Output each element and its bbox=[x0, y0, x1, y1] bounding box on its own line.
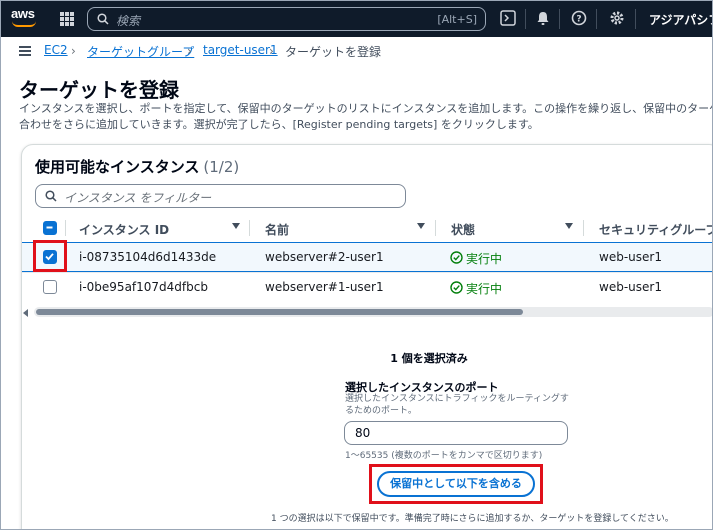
nav-divider bbox=[559, 9, 560, 29]
search-icon bbox=[45, 190, 57, 202]
top-navigation: aws 検索 [Alt+S] ? アジアパシ bbox=[1, 1, 712, 37]
panel-title-text: 使用可能なインスタンス bbox=[35, 158, 200, 176]
filter-placeholder: インスタンス をフィルター bbox=[64, 191, 212, 205]
sort-down-icon[interactable] bbox=[417, 223, 425, 229]
help-icon[interactable]: ? bbox=[570, 9, 590, 29]
instance-id-cell[interactable]: i-08735104d6d1433de bbox=[79, 250, 216, 264]
state-cell: 実行中 bbox=[466, 252, 503, 266]
gear-icon[interactable] bbox=[608, 9, 628, 29]
row-checkbox[interactable] bbox=[43, 280, 57, 294]
nav-divider bbox=[525, 9, 526, 29]
status-ok-icon bbox=[450, 251, 463, 264]
services-grid-icon[interactable] bbox=[60, 12, 74, 26]
highlight-box bbox=[369, 464, 543, 504]
status-ok-icon bbox=[450, 281, 463, 294]
column-divider bbox=[65, 220, 66, 236]
logo-text: aws bbox=[11, 6, 35, 21]
column-header-security-group[interactable]: セキュリティグループ bbox=[599, 221, 712, 238]
scroll-left-icon[interactable] bbox=[23, 309, 28, 317]
port-hint: 1〜65535 (複数のポートをカンマで区切ります) bbox=[345, 451, 543, 461]
bell-icon[interactable] bbox=[534, 9, 554, 29]
state-cell: 実行中 bbox=[466, 282, 503, 296]
name-cell: webserver#1-user1 bbox=[265, 280, 384, 294]
column-divider bbox=[249, 220, 250, 236]
menu-icon[interactable] bbox=[19, 46, 31, 56]
search-placeholder: 検索 bbox=[116, 14, 141, 28]
column-header-state[interactable]: 状態 bbox=[451, 221, 475, 238]
security-group-cell: web-user1 bbox=[599, 280, 662, 294]
page-description: インスタンスを選択し、ポートを指定して、保留中のターゲットのリストにインスタンス… bbox=[19, 101, 713, 133]
chevron-right-icon: › bbox=[187, 44, 192, 58]
scrollbar-thumb[interactable] bbox=[36, 309, 523, 315]
window: aws 検索 [Alt+S] ? アジアパシ EC2 › ターゲットグループ ›… bbox=[0, 0, 713, 530]
sort-down-icon[interactable] bbox=[565, 223, 573, 229]
port-input[interactable] bbox=[344, 421, 568, 445]
column-divider bbox=[435, 220, 436, 236]
search-icon bbox=[97, 13, 109, 25]
nav-divider bbox=[596, 9, 597, 29]
search-shortcut: [Alt+S] bbox=[437, 13, 477, 26]
aws-logo[interactable]: aws bbox=[11, 7, 41, 31]
column-header-name[interactable]: 名前 bbox=[265, 221, 289, 238]
highlight-box bbox=[33, 240, 67, 272]
instance-id-cell[interactable]: i-0be95af107d4dfbcb bbox=[79, 280, 208, 294]
chevron-right-icon: › bbox=[269, 44, 274, 58]
cloudshell-icon[interactable] bbox=[499, 9, 519, 29]
sort-down-icon[interactable] bbox=[232, 223, 240, 229]
page-title: ターゲットを登録 bbox=[19, 78, 179, 102]
logo-smile bbox=[12, 21, 36, 27]
selection-count: (1/2) bbox=[203, 158, 240, 176]
column-divider bbox=[583, 220, 584, 236]
security-group-cell: web-user1 bbox=[599, 250, 662, 264]
page-description-line: インスタンスを選択し、ポートを指定して、保留中のターゲットのリストにインスタンス… bbox=[19, 102, 713, 115]
selected-count: 1 個を選択済み bbox=[390, 352, 468, 365]
breadcrumb-current: ターゲットを登録 bbox=[285, 45, 382, 59]
select-all-checkbox[interactable] bbox=[43, 221, 57, 235]
breadcrumb-ec2[interactable]: EC2 bbox=[44, 43, 68, 57]
panel-title: 使用可能なインスタンス (1/2) bbox=[35, 156, 239, 177]
pending-note: 1 つの選択は以下で保留中です。準備完了時にさらに追加するか、ターゲットを登録し… bbox=[271, 514, 674, 524]
nav-divider bbox=[635, 9, 636, 29]
chevron-right-icon: › bbox=[71, 44, 76, 58]
svg-text:?: ? bbox=[576, 15, 581, 25]
global-search-input[interactable]: 検索 [Alt+S] bbox=[87, 7, 486, 31]
port-description: 選択したインスタンスにトラフィックをルーティングするためのポート。 bbox=[345, 394, 569, 416]
column-header-instance-id[interactable]: インスタンス ID bbox=[79, 221, 169, 238]
name-cell: webserver#2-user1 bbox=[265, 250, 384, 264]
breadcrumb-target-user1[interactable]: target-user1 bbox=[203, 43, 278, 57]
instance-filter-input[interactable]: インスタンス をフィルター bbox=[35, 184, 406, 208]
page-description-line: 合わせをさらに追加していきます。選択が完了したら、[Register pendi… bbox=[19, 118, 539, 131]
breadcrumb-target-groups[interactable]: ターゲットグループ bbox=[87, 43, 194, 60]
region-selector[interactable]: アジアパシフィ bbox=[649, 11, 712, 28]
